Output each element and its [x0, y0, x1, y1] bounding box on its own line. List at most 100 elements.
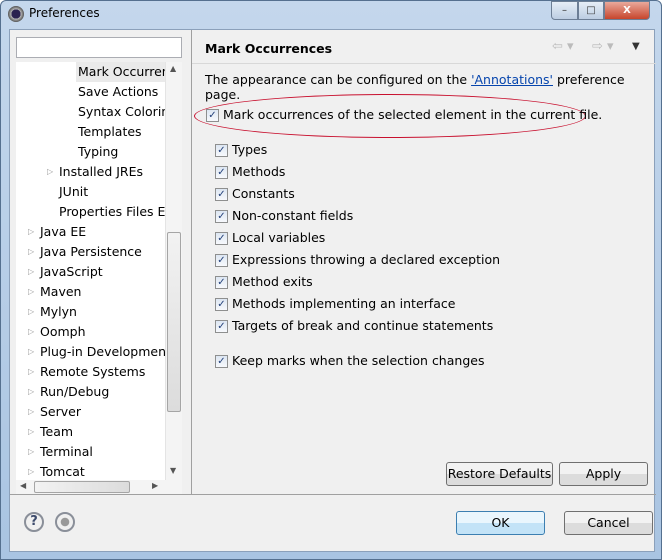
scroll-left-icon[interactable]: ◀	[20, 481, 26, 490]
sash-divider[interactable]	[191, 30, 192, 494]
minimize-button[interactable]: –	[551, 1, 578, 20]
tree-item[interactable]: Run/Debug	[38, 382, 111, 402]
tree-item[interactable]: Installed JREs	[57, 162, 145, 182]
mark-occurrences-checkbox[interactable]: ✓ Mark occurrences of the selected elemen…	[206, 106, 602, 124]
tree-item[interactable]: Templates	[76, 122, 144, 142]
dialog-body: Tomcat Terminal Team Server Run/Debug Remote …	[9, 29, 656, 552]
keep-marks-checkbox[interactable]: ✓ Keep marks when the selection changes	[215, 352, 484, 370]
description-text: The appearance can be configured on the	[205, 72, 472, 87]
tree-item[interactable]: Team	[38, 422, 75, 442]
checkbox-label: Mark occurrences of the selected element…	[223, 107, 603, 122]
checkbox-label: Constants	[232, 186, 295, 201]
cancel-button[interactable]: Cancel	[564, 511, 653, 535]
maximize-button[interactable]: □	[578, 1, 604, 20]
option-checkbox[interactable]: ✓ Constants	[215, 185, 295, 203]
eclipse-app-icon	[8, 6, 24, 22]
expand-arrow-icon[interactable]: ▷	[28, 322, 34, 342]
expand-arrow-icon[interactable]: ▷	[28, 382, 34, 402]
tree-item[interactable]: Server	[38, 402, 83, 422]
view-menu-icon[interactable]: ▼	[632, 41, 640, 52]
tree-item[interactable]: Typing	[76, 142, 120, 162]
checkbox-checked-icon: ✓	[215, 188, 228, 201]
expand-arrow-icon[interactable]: ▷	[28, 442, 34, 462]
window-title: Preferences	[29, 6, 100, 20]
vertical-scroll-thumb[interactable]	[167, 232, 181, 412]
tree-item[interactable]: Maven	[38, 282, 83, 302]
expand-arrow-icon[interactable]: ▷	[28, 302, 34, 322]
checkbox-checked-icon: ✓	[206, 109, 219, 122]
expand-arrow-icon[interactable]: ▷	[28, 242, 34, 262]
tree-item[interactable]: Java EE	[38, 222, 88, 242]
page-title: Mark Occurrences	[205, 41, 333, 56]
tree-vertical-scrollbar[interactable]: ▲ ▼	[165, 62, 182, 480]
checkbox-checked-icon: ✓	[215, 298, 228, 311]
checkbox-label: Types	[232, 142, 268, 157]
checkbox-checked-icon: ✓	[215, 210, 228, 223]
scroll-right-icon[interactable]: ▶	[152, 481, 158, 490]
option-checkbox[interactable]: ✓ Targets of break and continue statement…	[215, 317, 493, 335]
tree-item[interactable]: JavaScript	[38, 262, 105, 282]
expand-arrow-icon[interactable]: ▷	[28, 342, 34, 362]
forward-icon[interactable]: ⇨ ▾	[592, 39, 614, 54]
checkbox-checked-icon: ✓	[215, 166, 228, 179]
checkbox-label: Methods implementing an interface	[232, 296, 456, 311]
header-separator	[192, 63, 656, 64]
tree-item[interactable]: Syntax Coloring	[76, 102, 179, 122]
scroll-down-icon[interactable]: ▼	[170, 466, 176, 475]
ok-button[interactable]: OK	[456, 511, 545, 535]
tree-item[interactable]: Mylyn	[38, 302, 79, 322]
option-checkbox[interactable]: ✓ Methods	[215, 163, 285, 181]
footer-separator	[10, 494, 656, 495]
tree-item[interactable]: Plug-in Development	[38, 342, 173, 362]
checkbox-label: Methods	[232, 164, 286, 179]
preferences-window: Preferences – □ X Tomcat Terminal Team Serv…	[0, 0, 662, 560]
expand-arrow-icon[interactable]: ▷	[47, 162, 53, 182]
checkbox-checked-icon: ✓	[215, 254, 228, 267]
checkbox-checked-icon: ✓	[215, 232, 228, 245]
option-checkbox[interactable]: ✓ Expressions throwing a declared excepti…	[215, 251, 500, 269]
filter-input[interactable]	[16, 37, 182, 58]
expand-arrow-icon[interactable]: ▷	[28, 282, 34, 302]
apply-button[interactable]: Apply	[559, 462, 648, 486]
expand-arrow-icon[interactable]: ▷	[28, 402, 34, 422]
expand-arrow-icon[interactable]: ▷	[28, 422, 34, 442]
expand-arrow-icon[interactable]: ▷	[28, 462, 34, 482]
back-icon[interactable]: ⇦ ▾	[552, 39, 574, 54]
checkbox-label: Method exits	[232, 274, 313, 289]
annotations-link[interactable]: 'Annotations'	[471, 72, 553, 87]
expand-arrow-icon[interactable]: ▷	[28, 222, 34, 242]
tree-item[interactable]: Oomph	[38, 322, 88, 342]
tree-item[interactable]: Remote Systems	[38, 362, 147, 382]
checkbox-checked-icon: ✓	[215, 144, 228, 157]
checkbox-label: Keep marks when the selection changes	[232, 353, 485, 368]
tree-item[interactable]: Save Actions	[76, 82, 160, 102]
close-button[interactable]: X	[604, 1, 650, 20]
tree-item[interactable]: Properties Files Ed	[57, 202, 175, 222]
scroll-up-icon[interactable]: ▲	[170, 64, 176, 73]
expand-arrow-icon[interactable]: ▷	[28, 262, 34, 282]
help-icon[interactable]: ?	[24, 512, 44, 532]
checkbox-checked-icon: ✓	[215, 320, 228, 333]
option-checkbox[interactable]: ✓ Methods implementing an interface	[215, 295, 455, 313]
tree-item[interactable]: Java Persistence	[38, 242, 144, 262]
tree-horizontal-scrollbar[interactable]: ◀ ▶	[16, 480, 182, 494]
expand-arrow-icon[interactable]: ▷	[28, 362, 34, 382]
option-checkbox[interactable]: ✓ Types	[215, 141, 267, 159]
checkbox-checked-icon: ✓	[215, 355, 228, 368]
checkbox-label: Local variables	[232, 230, 326, 245]
tree-item[interactable]: JUnit	[57, 182, 90, 202]
tree-item[interactable]: Tomcat	[38, 462, 87, 482]
restore-defaults-button[interactable]: Restore Defaults	[446, 462, 553, 486]
tree-item[interactable]: Terminal	[38, 442, 95, 462]
import-export-icon[interactable]	[55, 512, 75, 532]
option-checkbox[interactable]: ✓ Non-constant fields	[215, 207, 353, 225]
horizontal-scroll-thumb[interactable]	[34, 481, 130, 493]
tree-item[interactable]: Mark Occurren	[76, 62, 172, 82]
option-checkbox[interactable]: ✓ Method exits	[215, 273, 313, 291]
checkbox-checked-icon: ✓	[215, 276, 228, 289]
option-checkbox[interactable]: ✓ Local variables	[215, 229, 325, 247]
checkbox-label: Targets of break and continue statements	[232, 318, 494, 333]
preference-tree: Tomcat Terminal Team Server Run/Debug Remote …	[16, 62, 182, 494]
checkbox-label: Non-constant fields	[232, 208, 354, 223]
checkbox-label: Expressions throwing a declared exceptio…	[232, 252, 501, 267]
